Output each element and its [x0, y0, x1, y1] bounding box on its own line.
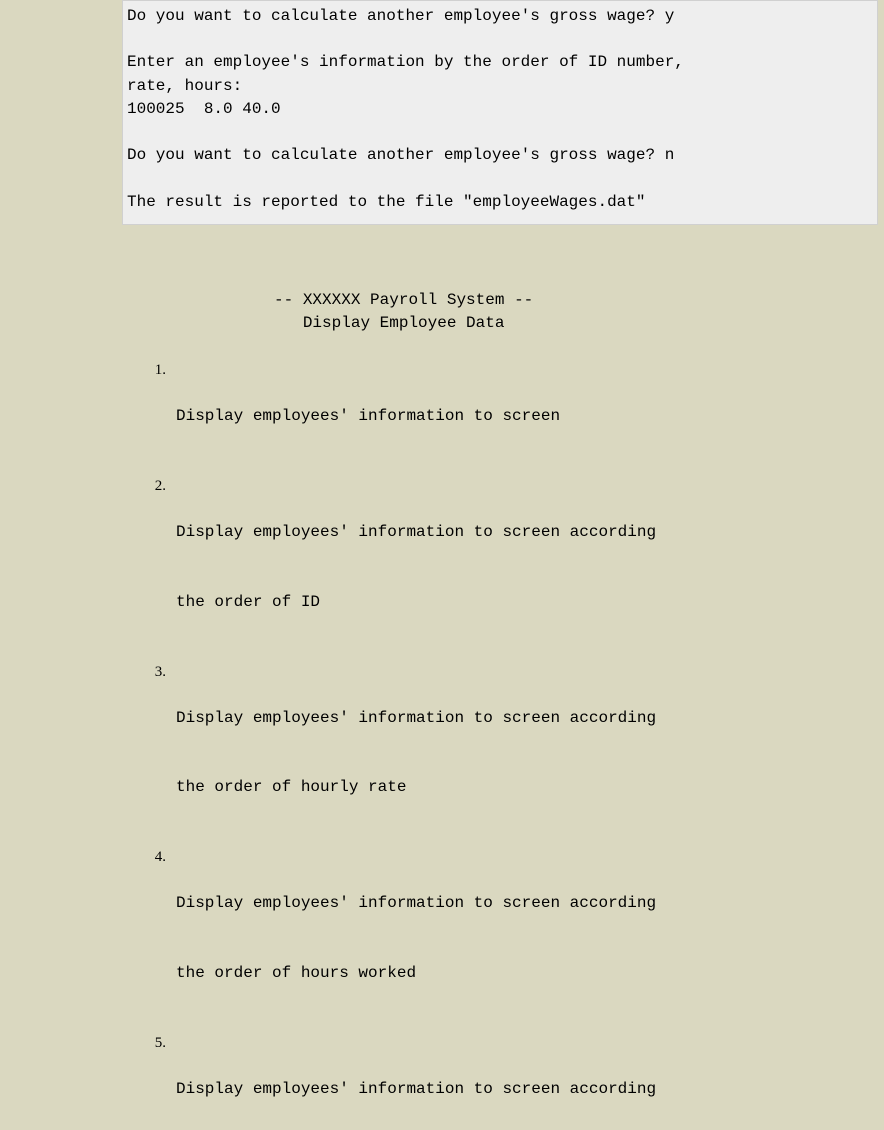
menu-number-2: 2.: [152, 475, 176, 498]
menu-number-5: 5.: [152, 1032, 176, 1055]
menu-item-5-line1: Display employees' information to screen…: [176, 1078, 884, 1101]
menu-number-4: 4.: [152, 846, 176, 869]
menu-item-2-line2: the order of ID: [176, 591, 884, 614]
menu-subtitle: Display Employee Data: [130, 312, 884, 335]
menu-item-4-line1: Display employees' information to screen…: [176, 892, 884, 915]
terminal-line-prompt-2: Do you want to calculate another employe…: [127, 144, 873, 167]
menu-item-1: 1. Display employees' information to scr…: [152, 359, 884, 475]
menu-item-5: 5. Display employees' information to scr…: [152, 1032, 884, 1130]
terminal-line-prompt-1: Do you want to calculate another employe…: [127, 5, 873, 28]
menu-text-3: Display employees' information to screen…: [176, 661, 884, 847]
terminal-line-input-data: 100025 8.0 40.0: [127, 98, 873, 121]
menu-number-1: 1.: [152, 359, 176, 382]
menu-text-2: Display employees' information to screen…: [176, 475, 884, 661]
menu-item-3-line2: the order of hourly rate: [176, 776, 884, 799]
terminal-blank-3: [127, 167, 873, 190]
terminal-line-enter-info-1: Enter an employee's information by the o…: [127, 51, 873, 74]
menu-text-5: Display employees' information to screen…: [176, 1032, 884, 1130]
menu-number-3: 3.: [152, 661, 176, 684]
terminal-line-enter-info-2: rate, hours:: [127, 75, 873, 98]
menu-text-1: Display employees' information to screen: [176, 359, 884, 475]
terminal-blank-2: [127, 121, 873, 144]
menu-title: -- XXXXXX Payroll System --: [130, 289, 884, 312]
menu-text-4: Display employees' information to screen…: [176, 846, 884, 1032]
terminal-line-result: The result is reported to the file "empl…: [127, 191, 873, 214]
terminal-blank-1: [127, 28, 873, 51]
menu-item-3: 3. Display employees' information to scr…: [152, 661, 884, 847]
menu-item-2: 2. Display employees' information to scr…: [152, 475, 884, 661]
menu-item-3-line1: Display employees' information to screen…: [176, 707, 884, 730]
menu-item-1-line1: Display employees' information to screen: [176, 405, 884, 428]
menu-item-4-line2: the order of hours worked: [176, 962, 884, 985]
terminal-output-block: Do you want to calculate another employe…: [122, 0, 878, 225]
menu-area: -- XXXXXX Payroll System -- Display Empl…: [0, 225, 884, 1130]
menu-item-2-line1: Display employees' information to screen…: [176, 521, 884, 544]
menu-item-4: 4. Display employees' information to scr…: [152, 846, 884, 1032]
menu-list: 1. Display employees' information to scr…: [130, 359, 884, 1130]
